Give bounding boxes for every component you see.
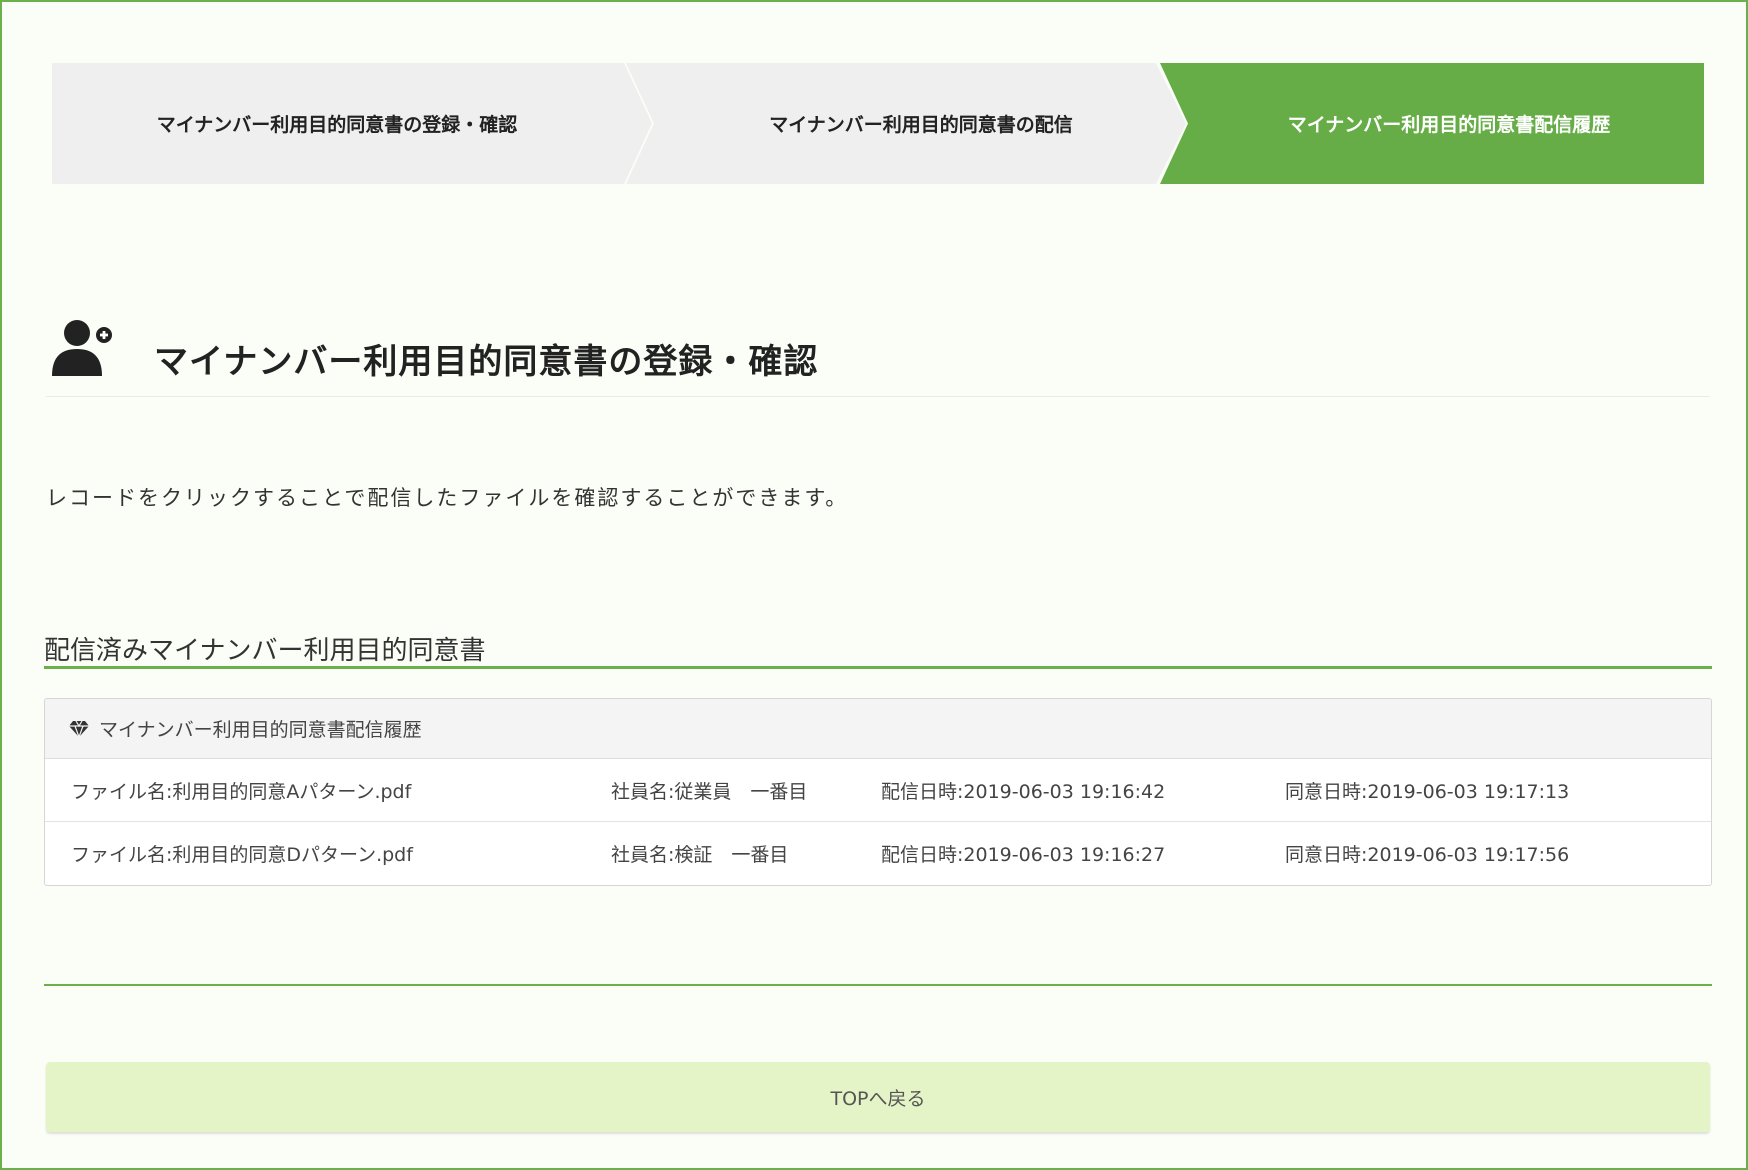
table-row[interactable]: ファイル名:利用目的同意Aパターン.pdf 社員名:従業員 一番目 配信日時:2… <box>45 759 1711 822</box>
step-label: マイナンバー利用目的同意書の配信 <box>769 114 1073 136</box>
step-progress: マイナンバー利用目的同意書の登録・確認 マイナンバー利用目的同意書の配信 マイナ… <box>52 63 1704 184</box>
divider <box>44 984 1712 986</box>
table-row[interactable]: ファイル名:利用目的同意Dパターン.pdf 社員名:検証 一番目 配信日時:20… <box>45 822 1711 884</box>
user-plus-icon <box>52 320 114 376</box>
step-deliver[interactable]: マイナンバー利用目的同意書の配信 <box>626 63 1186 184</box>
instruction-text: レコードをクリックすることで配信したファイルを確認することができます。 <box>46 486 849 510</box>
row-agreed-at: 同意日時:2019-06-03 19:17:13 <box>1285 780 1570 803</box>
gem-icon <box>69 720 89 738</box>
step-label: マイナンバー利用目的同意書配信履歴 <box>1287 114 1611 136</box>
page-frame: マイナンバー利用目的同意書の登録・確認 マイナンバー利用目的同意書の配信 マイナ… <box>0 0 1748 1170</box>
row-employee-name: 社員名:検証 一番目 <box>611 843 789 866</box>
history-panel: マイナンバー利用目的同意書配信履歴 ファイル名:利用目的同意Aパターン.pdf … <box>44 698 1712 886</box>
row-employee-name: 社員名:従業員 一番目 <box>611 780 808 803</box>
panel-heading: マイナンバー利用目的同意書配信履歴 <box>45 699 1711 759</box>
page-header: マイナンバー利用目的同意書の登録・確認 <box>46 312 1710 397</box>
row-delivered-at: 配信日時:2019-06-03 19:16:42 <box>881 780 1166 803</box>
step-register-confirm[interactable]: マイナンバー利用目的同意書の登録・確認 <box>52 63 652 184</box>
row-file-name: ファイル名:利用目的同意Dパターン.pdf <box>71 843 413 866</box>
panel-title: マイナンバー利用目的同意書配信履歴 <box>99 719 422 741</box>
back-to-top-button[interactable]: TOPへ戻る <box>46 1062 1710 1132</box>
row-file-name: ファイル名:利用目的同意Aパターン.pdf <box>71 780 412 803</box>
row-agreed-at: 同意日時:2019-06-03 19:17:56 <box>1285 843 1570 866</box>
section-title: 配信済みマイナンバー利用目的同意書 <box>44 630 1712 669</box>
step-delivery-history[interactable]: マイナンバー利用目的同意書配信履歴 <box>1160 63 1704 184</box>
page-title: マイナンバー利用目的同意書の登録・確認 <box>154 342 819 382</box>
step-label: マイナンバー利用目的同意書の登録・確認 <box>156 114 518 136</box>
row-delivered-at: 配信日時:2019-06-03 19:16:27 <box>881 843 1166 866</box>
